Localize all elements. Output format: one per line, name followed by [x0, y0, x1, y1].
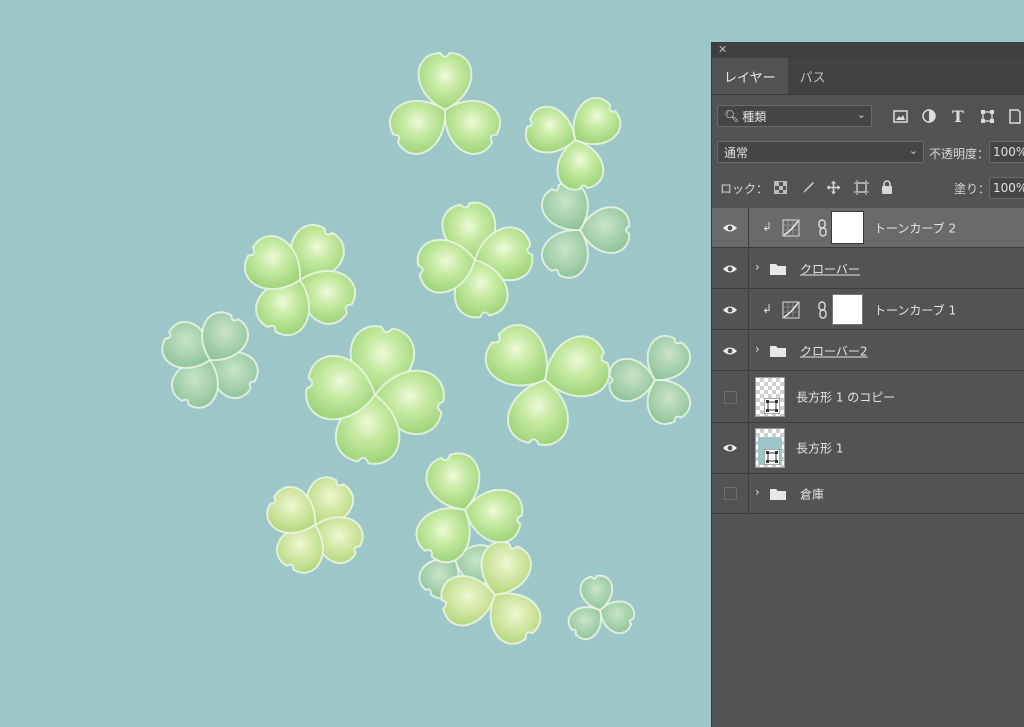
layer-row[interactable]: › 倉庫 — [712, 474, 1024, 514]
layer-thumbnail — [755, 428, 785, 468]
layer-name: クローバー — [800, 262, 860, 276]
chevron-down-icon: ⌄ — [856, 108, 866, 121]
fill-value: 100% — [993, 181, 1024, 195]
expand-chevron-icon[interactable]: › — [755, 342, 760, 356]
blend-mode-select[interactable]: 通常 ⌄ — [717, 141, 924, 163]
link-icon[interactable] — [817, 219, 828, 237]
lock-transparent-pixels-icon[interactable] — [770, 177, 790, 197]
lock-image-pixels-icon[interactable] — [798, 177, 818, 197]
visibility-toggle[interactable] — [712, 372, 749, 422]
layer-row[interactable]: 長方形 1 のコピー — [712, 372, 1024, 423]
layer-name: クローバー2 — [800, 344, 868, 358]
visibility-toggle[interactable] — [712, 474, 749, 513]
expand-chevron-icon[interactable]: › — [755, 485, 760, 499]
lock-all-icon[interactable] — [877, 177, 897, 197]
curves-adjustment-icon — [782, 219, 800, 237]
shape-filter-icon[interactable] — [977, 106, 997, 126]
layer-name: 倉庫 — [800, 487, 825, 501]
layer-mask-thumbnail[interactable] — [832, 294, 863, 325]
layer-name: トーンカーブ 1 — [874, 303, 957, 317]
close-icon[interactable]: ✕ — [718, 43, 727, 56]
link-icon[interactable] — [817, 301, 828, 319]
layer-mask-thumbnail[interactable] — [831, 211, 864, 244]
eye-icon — [723, 444, 737, 452]
visibility-toggle[interactable] — [712, 208, 749, 247]
curves-adjustment-icon — [782, 301, 800, 319]
layer-filter-select[interactable]: 🔍︎ 種類 ⌄ — [717, 105, 872, 127]
tab-layers[interactable]: レイヤー — [712, 58, 788, 94]
visibility-toggle[interactable] — [712, 249, 749, 288]
eye-icon — [723, 224, 737, 231]
visibility-toggle[interactable] — [712, 423, 749, 473]
layer-row[interactable]: ↲ トーンカーブ 2 — [712, 208, 1024, 248]
chevron-down-icon: ⌄ — [908, 144, 918, 157]
fill-input[interactable]: 100% — [989, 177, 1024, 199]
lock-position-icon[interactable] — [823, 177, 843, 197]
layer-row[interactable]: › クローバー2 — [712, 331, 1024, 371]
type-filter-icon[interactable]: T — [948, 106, 968, 126]
clipping-arrow-icon: ↲ — [762, 302, 773, 316]
layer-thumbnail — [755, 377, 785, 417]
clipping-arrow-icon: ↲ — [762, 220, 773, 234]
image-filter-icon[interactable] — [890, 106, 910, 126]
layer-filter-value: 種類 — [742, 109, 767, 124]
shape-layer-badge-icon — [764, 398, 780, 414]
layer-name: 長方形 1 のコピー — [796, 390, 896, 405]
layer-row[interactable]: › クローバー — [712, 249, 1024, 289]
search-icon: 🔍︎ — [724, 109, 740, 123]
visibility-toggle[interactable] — [712, 331, 749, 370]
lock-label: ロック： — [720, 182, 769, 196]
smart-object-filter-icon[interactable] — [1005, 106, 1024, 126]
opacity-value: 100% — [993, 145, 1024, 159]
eye-icon — [723, 265, 737, 272]
blend-mode-value: 通常 — [724, 145, 749, 160]
folder-icon — [770, 346, 786, 357]
panel-titlebar: ✕ — [712, 42, 1024, 58]
opacity-input[interactable]: 100% — [989, 141, 1024, 163]
eye-icon — [723, 347, 737, 354]
layer-row[interactable]: ↲ トーンカーブ 1 — [712, 290, 1024, 330]
layers-panel: ✕ レイヤー パス 🔍︎ 種類 ⌄ T 通常 ⌄ 不透明度： 100% ロック： — [711, 42, 1024, 727]
shape-layer-badge-icon — [764, 449, 780, 465]
visibility-toggle[interactable] — [712, 290, 749, 329]
folder-icon — [770, 489, 786, 500]
hidden-visibility-box — [723, 390, 737, 404]
layer-row[interactable]: 長方形 1 — [712, 423, 1024, 474]
panel-tabs: レイヤー パス — [712, 58, 1024, 95]
opacity-label: 不透明度： — [929, 147, 990, 161]
lock-artboard-icon[interactable] — [851, 177, 871, 197]
layer-name: 長方形 1 — [796, 441, 844, 456]
layer-name: トーンカーブ 2 — [874, 221, 957, 235]
expand-chevron-icon[interactable]: › — [755, 260, 760, 274]
hidden-visibility-box — [723, 487, 737, 500]
fill-label: 塗り： — [954, 182, 991, 196]
tab-paths[interactable]: パス — [788, 58, 838, 94]
folder-icon — [770, 264, 786, 275]
adjustment-filter-icon[interactable] — [919, 106, 939, 126]
eye-icon — [723, 306, 737, 313]
